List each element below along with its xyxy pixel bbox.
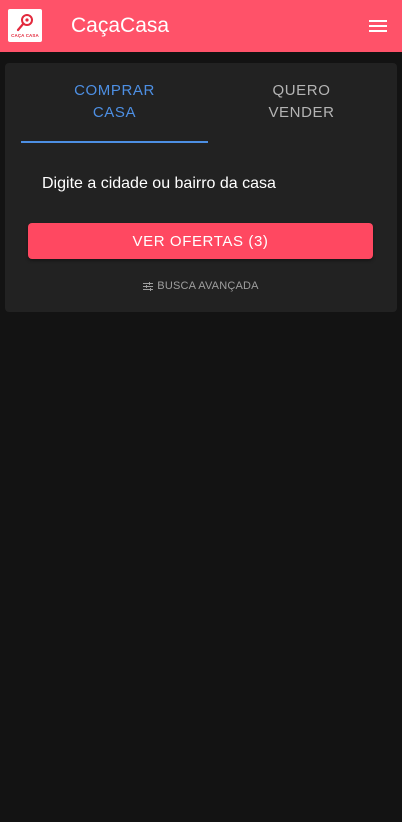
advanced-search-link[interactable]: BUSCA AVANÇADA xyxy=(5,277,397,295)
logo-text: CAÇA CASA xyxy=(11,33,39,38)
search-card: COMPRAR CASA QUERO VENDER VER OFERTAS (3… xyxy=(5,63,397,312)
app-title: CaçaCasa xyxy=(71,14,170,37)
hamburger-menu-icon xyxy=(369,20,387,32)
tab-quero-vender[interactable]: QUERO VENDER xyxy=(208,63,395,141)
view-offers-label: VER OFERTAS (3) xyxy=(132,232,269,250)
app-bar: CAÇA CASA CaçaCasa xyxy=(0,0,402,52)
menu-button[interactable] xyxy=(366,14,390,38)
location-search-input[interactable] xyxy=(42,171,372,197)
tab-comprar-casa[interactable]: COMPRAR CASA xyxy=(21,63,208,141)
map-pin-logo-icon xyxy=(16,14,33,32)
tune-icon xyxy=(143,281,154,291)
tab-quero-vender-label: QUERO VENDER xyxy=(268,82,335,121)
active-tab-indicator xyxy=(21,141,208,143)
advanced-search-label: BUSCA AVANÇADA xyxy=(157,280,259,292)
tab-comprar-casa-label: COMPRAR CASA xyxy=(74,82,155,121)
view-offers-button[interactable]: VER OFERTAS (3) xyxy=(28,223,373,259)
app-logo[interactable]: CAÇA CASA xyxy=(8,9,42,42)
